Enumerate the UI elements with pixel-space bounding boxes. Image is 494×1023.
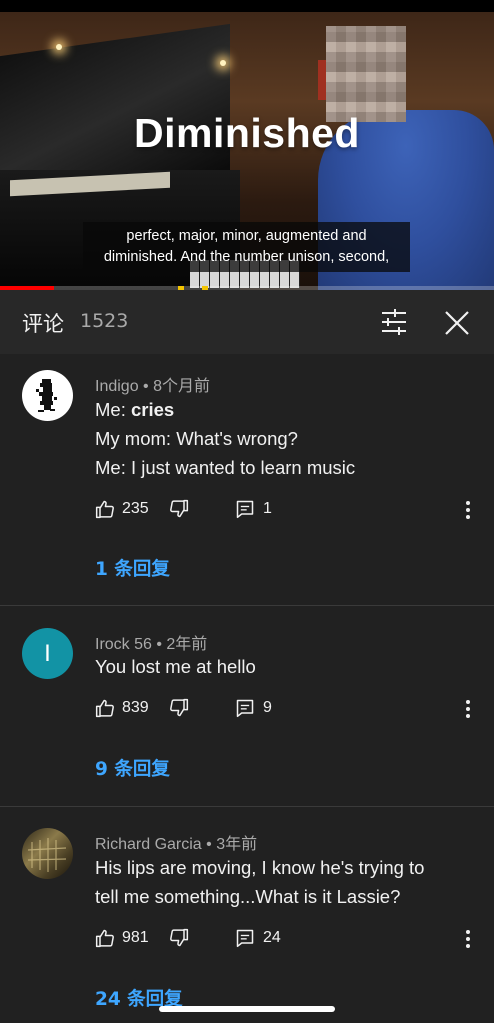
more-button[interactable] xyxy=(465,501,471,521)
comment-meta: Richard Garcia • 3年前 xyxy=(95,836,258,853)
more-vert-icon xyxy=(465,930,471,948)
video-player[interactable]: Diminished perfect, major, minor, augmen… xyxy=(0,0,494,290)
comment-actions: 981 24 xyxy=(95,928,475,952)
comment-actions: 839 9 xyxy=(95,698,475,722)
thumbs-down-icon xyxy=(170,698,189,717)
reply-button[interactable]: 9 xyxy=(235,698,272,718)
view-replies-link[interactable]: 1 条回复 xyxy=(95,555,170,581)
avatar-art xyxy=(36,379,57,412)
thumbs-up-icon xyxy=(95,929,114,948)
more-vert-icon xyxy=(465,501,471,519)
comment-line: Me: I just wanted to learn music xyxy=(95,457,356,478)
avatar[interactable] xyxy=(22,370,73,421)
comment-text: Me: cries My mom: What's wrong? Me: I ju… xyxy=(95,395,475,482)
comment-line: Me: xyxy=(95,399,131,420)
filter-button[interactable] xyxy=(378,308,410,336)
video-frame-light xyxy=(56,44,62,50)
dislike-button[interactable] xyxy=(169,928,189,948)
thumbs-up-icon xyxy=(95,699,114,718)
thumbs-up-icon xyxy=(95,500,114,519)
like-count: 981 xyxy=(122,929,149,946)
comment-line-bold: cries xyxy=(130,399,175,420)
like-button[interactable]: 839 xyxy=(95,698,149,718)
status-bar-area xyxy=(0,0,494,12)
like-count: 839 xyxy=(122,699,149,716)
comment-icon xyxy=(236,929,254,948)
reply-count: 9 xyxy=(263,699,272,716)
close-icon xyxy=(445,311,469,335)
video-frame-light xyxy=(220,60,226,66)
more-button[interactable] xyxy=(465,700,471,720)
divider xyxy=(0,806,494,807)
reply-button[interactable]: 24 xyxy=(235,928,281,948)
comment-meta: Irock 56 • 2年前 xyxy=(95,636,208,653)
like-count: 235 xyxy=(122,500,149,517)
view-replies-link[interactable]: 9 条回复 xyxy=(95,755,170,781)
comment-text: His lips are moving, I know he's trying … xyxy=(95,853,475,911)
comment-text: You lost me at hello xyxy=(95,652,475,681)
thumbs-down-icon xyxy=(170,928,189,947)
comment-line: tell me something...What is it Lassie? xyxy=(95,886,401,907)
comment-meta: Indigo • 8个月前 xyxy=(95,378,210,395)
reply-button[interactable]: 1 xyxy=(235,499,272,519)
more-vert-icon xyxy=(465,700,471,718)
dislike-button[interactable] xyxy=(169,499,189,519)
like-button[interactable]: 981 xyxy=(95,928,149,948)
avatar-art xyxy=(27,838,67,872)
tune-sliders-icon xyxy=(382,309,406,335)
subtitle-line: perfect, major, minor, augmented and xyxy=(126,228,367,244)
video-subtitles: perfect, major, minor, augmented and dim… xyxy=(83,222,410,272)
comment-actions: 235 1 xyxy=(95,499,475,523)
comments-count: 1523 xyxy=(80,310,129,332)
pixelated-face xyxy=(326,26,406,122)
close-button[interactable] xyxy=(442,308,472,338)
comments-header: 评论 1523 xyxy=(0,290,494,354)
thumbs-down-icon xyxy=(170,499,189,518)
avatar[interactable]: I xyxy=(22,628,73,679)
avatar[interactable] xyxy=(22,828,73,879)
like-button[interactable]: 235 xyxy=(95,499,149,519)
home-indicator[interactable] xyxy=(159,1006,335,1012)
comment-icon xyxy=(236,699,254,718)
comment-line: My mom: What's wrong? xyxy=(95,428,298,449)
comment-line: His lips are moving, I know he's trying … xyxy=(95,857,425,878)
comment-line: You lost me at hello xyxy=(95,656,256,677)
dislike-button[interactable] xyxy=(169,698,189,718)
comment-icon xyxy=(236,500,254,519)
comments-title: 评论 xyxy=(22,312,64,336)
divider xyxy=(0,605,494,606)
reply-count: 24 xyxy=(263,929,281,946)
subtitle-line: diminished. And the number unison, secon… xyxy=(103,249,390,265)
more-button[interactable] xyxy=(465,930,471,950)
video-overlay-title: Diminished xyxy=(134,110,360,156)
reply-count: 1 xyxy=(263,500,272,517)
